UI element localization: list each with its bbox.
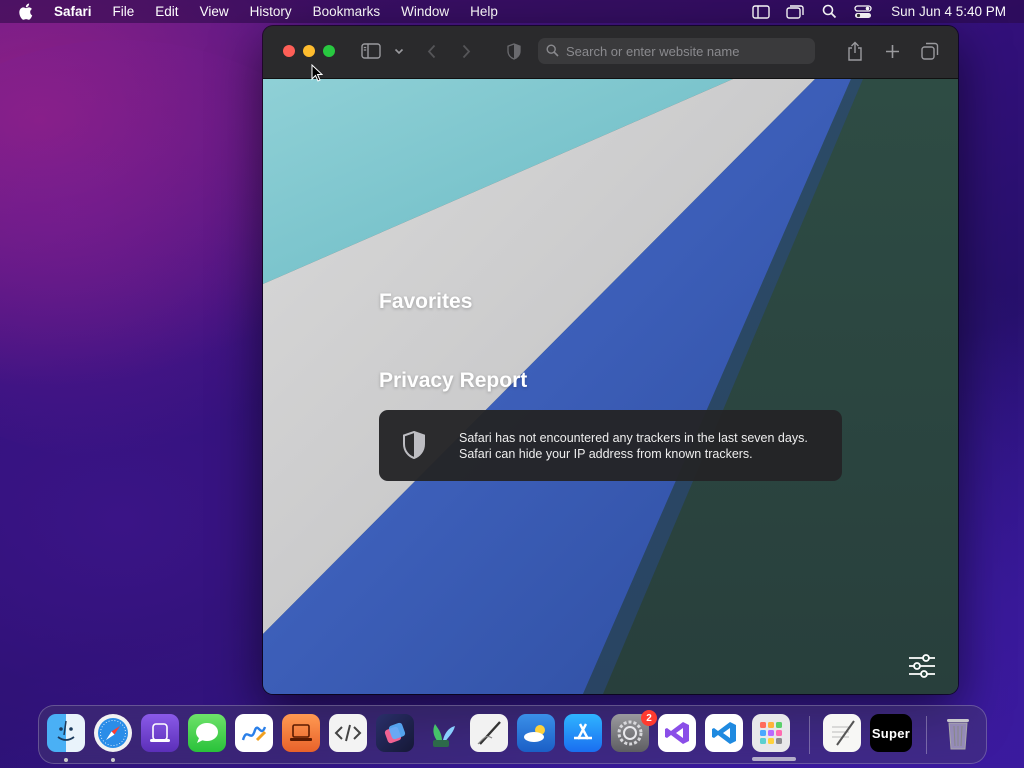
dock-separator: [809, 716, 810, 754]
launchpad-icon[interactable]: [752, 714, 790, 752]
menu-app-name[interactable]: Safari: [54, 0, 92, 23]
weather-icon[interactable]: [517, 714, 555, 752]
finder-icon[interactable]: [47, 714, 85, 752]
sidebar-toggle-icon[interactable]: [360, 41, 382, 61]
start-page: Favorites Privacy Report Safari has not …: [263, 79, 958, 694]
chevron-down-icon[interactable]: [393, 44, 405, 58]
back-icon[interactable]: [423, 42, 439, 60]
dock-separator: [926, 716, 927, 754]
shortcuts-icon[interactable]: [376, 714, 414, 752]
privacy-report-text: Safari has not encountered any trackers …: [459, 430, 808, 461]
privacy-report-title[interactable]: Privacy Report: [379, 369, 527, 393]
safari-icon[interactable]: [94, 714, 132, 752]
search-icon: [546, 44, 560, 58]
safari-window: Favorites Privacy Report Safari has not …: [263, 26, 958, 694]
running-indicator: [64, 758, 68, 762]
spotlight-search-icon[interactable]: [819, 4, 839, 20]
menu-clock[interactable]: Sun Jun 4 5:40 PM: [891, 4, 1006, 19]
textedit-icon[interactable]: [823, 714, 861, 752]
menu-bar: Safari File Edit View History Bookmarks …: [0, 0, 1024, 23]
menu-help[interactable]: Help: [470, 0, 498, 23]
vscode-icon[interactable]: [705, 714, 743, 752]
share-icon[interactable]: [845, 40, 865, 62]
apple-menu-icon[interactable]: [18, 3, 36, 21]
dock: 2 Super: [38, 705, 987, 764]
new-tab-icon[interactable]: [882, 41, 902, 61]
super-app-label: Super: [871, 725, 911, 741]
privacy-shield-icon[interactable]: [506, 41, 522, 61]
super-icon[interactable]: Super: [870, 714, 912, 752]
laptop-icon[interactable]: [282, 714, 320, 752]
shield-icon: [402, 430, 428, 461]
address-input[interactable]: [566, 43, 806, 59]
safari-toolbar: [263, 26, 958, 79]
customize-start-page-icon[interactable]: [908, 654, 936, 678]
start-page-background: [263, 79, 958, 694]
menu-view[interactable]: View: [200, 0, 229, 23]
control-center-icon[interactable]: [853, 4, 873, 20]
minimize-button[interactable]: [303, 45, 315, 57]
trash-icon[interactable]: [939, 714, 977, 752]
app-store-icon[interactable]: [564, 714, 602, 752]
running-indicator: [111, 758, 115, 762]
screen-mirror-icon[interactable]: [785, 4, 805, 20]
code-icon[interactable]: [329, 714, 367, 752]
menu-file[interactable]: File: [113, 0, 135, 23]
favorites-title: Favorites: [379, 290, 473, 313]
menu-edit[interactable]: Edit: [155, 0, 178, 23]
configurator-icon[interactable]: [141, 714, 179, 752]
messages-icon[interactable]: [188, 714, 226, 752]
privacy-report-card[interactable]: Safari has not encountered any trackers …: [379, 410, 842, 481]
mouse-cursor-icon: [311, 63, 324, 82]
close-button[interactable]: [283, 45, 295, 57]
forward-icon[interactable]: [458, 42, 474, 60]
pen-icon[interactable]: [470, 714, 508, 752]
menu-bookmarks[interactable]: Bookmarks: [313, 0, 381, 23]
menu-history[interactable]: History: [250, 0, 292, 23]
menu-window[interactable]: Window: [401, 0, 449, 23]
plant-icon[interactable]: [423, 714, 461, 752]
address-bar[interactable]: [538, 38, 815, 64]
notification-badge: 2: [641, 710, 657, 726]
dock-scroll-indicator: [752, 757, 796, 761]
tab-overview-icon[interactable]: [919, 41, 941, 61]
visual-studio-icon[interactable]: [658, 714, 696, 752]
maximize-button[interactable]: [323, 45, 335, 57]
display-icon[interactable]: [751, 4, 771, 20]
freeform-icon[interactable]: [235, 714, 273, 752]
